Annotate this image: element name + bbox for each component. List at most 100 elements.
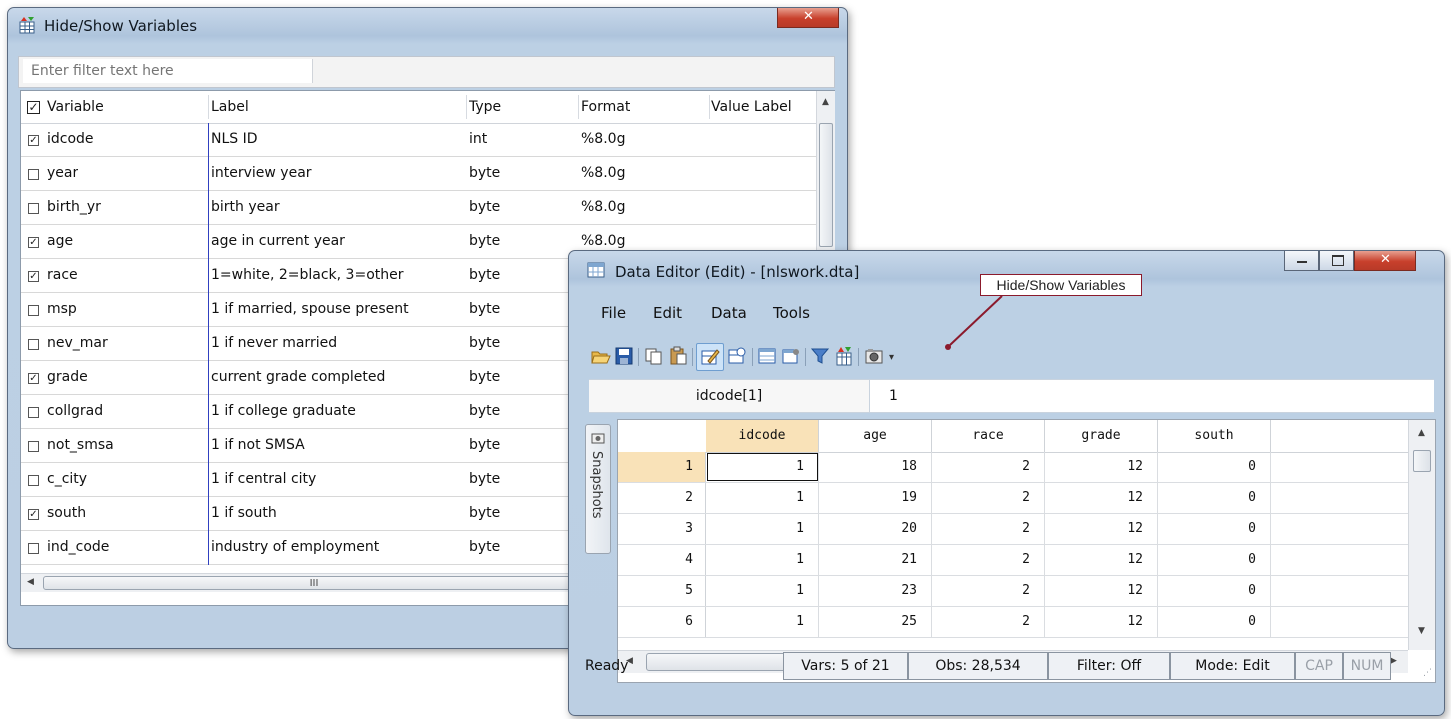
data-cell[interactable]: 0: [1158, 576, 1271, 606]
maximize-button[interactable]: [1319, 251, 1354, 271]
data-cell[interactable]: 12: [1045, 483, 1158, 513]
row-checkbox[interactable]: [28, 169, 39, 180]
data-cell[interactable]: 2: [932, 545, 1045, 575]
data-cell[interactable]: 1: [706, 514, 819, 544]
row-number[interactable]: 2: [618, 483, 706, 513]
filter-icon[interactable]: [810, 346, 830, 366]
scrollbar-thumb[interactable]: III: [43, 576, 585, 590]
table-row[interactable]: 4 1 21 2 12 0: [618, 545, 1408, 576]
row-number[interactable]: 3: [618, 514, 706, 544]
copy-icon[interactable]: [644, 346, 664, 366]
row-checkbox[interactable]: ✓: [28, 509, 39, 520]
table-row[interactable]: 3 1 20 2 12 0: [618, 514, 1408, 545]
data-cell[interactable]: 12: [1045, 576, 1158, 606]
data-cell[interactable]: 21: [819, 545, 932, 575]
column-header[interactable]: Format: [581, 99, 630, 115]
column-divider[interactable]: [578, 95, 579, 119]
title-bar[interactable]: Hide/Show Variables ✕: [8, 8, 847, 42]
data-cell[interactable]: 1: [706, 607, 819, 637]
minimize-button[interactable]: [1284, 251, 1319, 271]
data-cell[interactable]: 12: [1045, 452, 1158, 482]
row-number[interactable]: 6: [618, 607, 706, 637]
data-cell[interactable]: 1: [706, 576, 819, 606]
snapshots-tab[interactable]: Snapshots: [585, 424, 611, 554]
open-icon[interactable]: [591, 346, 611, 366]
select-all-checkbox[interactable]: ✓: [27, 101, 40, 114]
table-row[interactable]: 6 1 25 2 12 0: [618, 607, 1408, 638]
column-divider[interactable]: [709, 95, 710, 119]
data-cell[interactable]: 19: [819, 483, 932, 513]
data-cell[interactable]: 0: [1158, 514, 1271, 544]
filter-input[interactable]: [23, 59, 313, 83]
row-number[interactable]: 5: [618, 576, 706, 606]
table-row[interactable]: 5 1 23 2 12 0: [618, 576, 1408, 607]
data-cell[interactable]: 12: [1045, 545, 1158, 575]
resize-grip[interactable]: ⋰: [1423, 668, 1432, 678]
row-checkbox[interactable]: [28, 543, 39, 554]
row-checkbox[interactable]: [28, 475, 39, 486]
menu-edit[interactable]: Edit: [653, 304, 682, 322]
scroll-right-arrow[interactable]: ▶: [1390, 656, 1397, 666]
data-cell[interactable]: 20: [819, 514, 932, 544]
hide-show-variables-icon[interactable]: [834, 346, 854, 366]
column-header[interactable]: race: [932, 420, 1045, 452]
column-header[interactable]: Variable: [47, 99, 104, 115]
row-checkbox[interactable]: ✓: [28, 271, 39, 282]
toolbar-more-icon[interactable]: ▾: [889, 352, 894, 363]
scroll-left-arrow[interactable]: ◀: [27, 577, 34, 587]
data-cell[interactable]: 23: [819, 576, 932, 606]
data-cell[interactable]: 1: [706, 452, 819, 482]
data-cell[interactable]: 2: [932, 576, 1045, 606]
data-cell[interactable]: 0: [1158, 545, 1271, 575]
row-checkbox[interactable]: [28, 339, 39, 350]
edit-mode-button[interactable]: [696, 343, 724, 371]
vertical-scrollbar[interactable]: ▲ ▼: [1408, 420, 1435, 650]
row-checkbox[interactable]: [28, 407, 39, 418]
row-checkbox[interactable]: ✓: [28, 373, 39, 384]
scroll-up-arrow[interactable]: ▲: [1418, 428, 1425, 438]
close-button[interactable]: ✕: [777, 8, 839, 28]
data-cell[interactable]: 2: [932, 607, 1045, 637]
browse-mode-icon[interactable]: [727, 346, 747, 366]
save-icon[interactable]: [614, 346, 634, 366]
cell-name-box[interactable]: idcode[1]: [589, 380, 870, 412]
table-row[interactable]: ✓ idcode NLS ID int %8.0g: [21, 123, 816, 157]
row-checkbox[interactable]: ✓: [28, 135, 39, 146]
close-button[interactable]: ✕: [1354, 251, 1416, 271]
column-header[interactable]: Type: [469, 99, 501, 115]
data-cell[interactable]: 2: [932, 483, 1045, 513]
data-cell[interactable]: 1: [706, 545, 819, 575]
row-checkbox[interactable]: [28, 441, 39, 452]
variables-window-icon[interactable]: [757, 346, 777, 366]
menu-file[interactable]: File: [601, 304, 626, 322]
scroll-down-arrow[interactable]: ▼: [1418, 626, 1425, 636]
row-number[interactable]: 1: [618, 452, 706, 482]
data-cell[interactable]: 18: [819, 452, 932, 482]
table-row[interactable]: 1 1 18 2 12 0: [618, 452, 1408, 483]
paste-icon[interactable]: [668, 346, 688, 366]
column-header[interactable]: age: [819, 420, 932, 452]
column-divider[interactable]: [466, 95, 467, 119]
data-cell[interactable]: 12: [1045, 607, 1158, 637]
column-divider[interactable]: [208, 95, 209, 119]
row-checkbox[interactable]: ✓: [28, 237, 39, 248]
snapshot-icon[interactable]: [864, 346, 884, 366]
column-header[interactable]: south: [1158, 420, 1271, 452]
column-header[interactable]: Label: [211, 99, 249, 115]
scrollbar-thumb[interactable]: [1413, 450, 1431, 472]
column-header[interactable]: Value Label: [711, 99, 792, 115]
row-checkbox[interactable]: [28, 203, 39, 214]
data-cell[interactable]: 1: [706, 483, 819, 513]
properties-window-icon[interactable]: [781, 346, 801, 366]
scrollbar-thumb[interactable]: [819, 123, 833, 247]
scroll-up-arrow[interactable]: ▲: [822, 97, 829, 107]
data-cell[interactable]: 0: [1158, 483, 1271, 513]
data-cell[interactable]: 2: [932, 514, 1045, 544]
data-cell[interactable]: 0: [1158, 607, 1271, 637]
data-cell[interactable]: 2: [932, 452, 1045, 482]
column-header[interactable]: grade: [1045, 420, 1158, 452]
table-row[interactable]: birth_yr birth year byte %8.0g: [21, 191, 816, 225]
data-cell[interactable]: 25: [819, 607, 932, 637]
column-header[interactable]: idcode: [706, 420, 819, 452]
row-checkbox[interactable]: [28, 305, 39, 316]
